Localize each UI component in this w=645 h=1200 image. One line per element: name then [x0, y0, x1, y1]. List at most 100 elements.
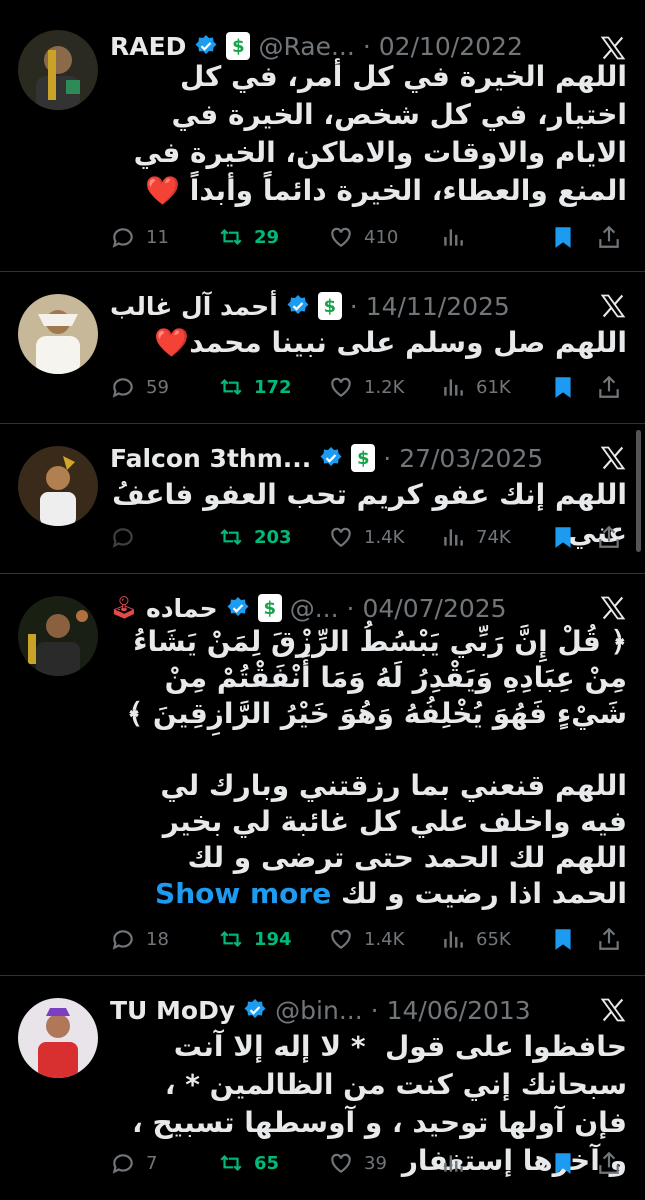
tweet-date[interactable]: 04/07/2025	[363, 594, 507, 623]
tweet-header: TU MoDy @bin... · 14/06/2013	[110, 992, 585, 1028]
bookmark-button[interactable]	[550, 926, 576, 952]
verified-badge-icon	[287, 295, 309, 314]
author-name[interactable]: حماده	[146, 594, 218, 623]
x-logo-icon	[600, 446, 626, 470]
tweet-actions: 203 1.4K 74K	[110, 520, 627, 554]
bookmark-button[interactable]	[550, 524, 576, 550]
views-button[interactable]: 65K	[440, 926, 511, 952]
tweet-date[interactable]: 27/03/2025	[399, 444, 543, 473]
separator-dot: ·	[349, 291, 358, 321]
reply-icon	[112, 378, 133, 398]
views-button[interactable]: 61K	[440, 374, 511, 400]
author-handle[interactable]: @bin...	[275, 996, 363, 1025]
share-button[interactable]	[596, 224, 622, 250]
author-name[interactable]: RAED	[110, 32, 186, 61]
show-more-link[interactable]: Show more	[155, 877, 331, 910]
retweet-button[interactable]: 65	[218, 1150, 279, 1176]
retweet-button[interactable]: 29	[218, 224, 279, 250]
reply-button[interactable]: 59	[110, 374, 169, 400]
views-count: 61K	[476, 376, 511, 398]
like-count: 39	[364, 1152, 387, 1174]
like-icon	[331, 1153, 351, 1173]
tweet-date[interactable]: 14/06/2013	[387, 996, 531, 1025]
avatar[interactable]	[18, 446, 98, 526]
separator-dot: ·	[370, 995, 379, 1025]
retweet-icon	[220, 528, 242, 546]
share-icon	[599, 525, 619, 548]
bookmark-icon	[555, 1153, 571, 1174]
tweet-card[interactable]: أحمد آل غالب $ · 14/11/2025 اللهم صل وسل…	[0, 272, 645, 424]
like-button[interactable]: 1.2K	[328, 374, 404, 400]
reply-button[interactable]: 11	[110, 224, 169, 250]
share-icon	[599, 1151, 619, 1174]
author-name[interactable]: Falcon 3thm...	[110, 444, 311, 473]
like-button[interactable]: 410	[328, 224, 398, 250]
retweet-icon	[220, 228, 242, 246]
tweet-card[interactable]: 🕹 حماده $ @... · 04/07/2025 ﴿ قُلْ إِنَّ…	[0, 574, 645, 976]
tweet-text: اللهم صل وسلم على نبينا محمد❤️	[154, 326, 627, 359]
views-button[interactable]	[440, 1150, 476, 1176]
tweet-actions: 7 65 39	[110, 1146, 627, 1180]
bookmark-button[interactable]	[550, 224, 576, 250]
retweet-icon	[220, 1154, 242, 1172]
retweet-icon	[220, 378, 242, 396]
author-handle[interactable]: @Rae...	[258, 32, 354, 61]
separator-dot: ·	[346, 593, 355, 623]
avatar[interactable]	[18, 596, 98, 676]
separator-dot: ·	[362, 31, 371, 61]
views-count: 74K	[476, 526, 511, 548]
retweet-count: 172	[254, 376, 292, 398]
like-count: 410	[364, 226, 399, 248]
subscription-badge-icon: $	[257, 594, 282, 622]
reply-icon	[112, 228, 133, 248]
verified-badge-icon	[195, 35, 217, 54]
tweet-date[interactable]: 02/10/2022	[379, 32, 523, 61]
joystick-icon: 🕹	[110, 595, 138, 621]
scrollbar[interactable]	[636, 430, 641, 552]
bookmark-button[interactable]	[550, 1150, 576, 1176]
retweet-icon	[220, 930, 242, 948]
tweet-actions: 59 172 1.2K 61K	[110, 370, 627, 404]
share-icon	[599, 927, 619, 950]
retweet-button[interactable]: 203	[218, 524, 292, 550]
avatar[interactable]	[18, 294, 98, 374]
retweet-button[interactable]: 194	[218, 926, 292, 952]
like-button[interactable]: 1.4K	[328, 524, 404, 550]
like-count: 1.4K	[364, 928, 405, 950]
share-button[interactable]	[596, 1150, 622, 1176]
subscription-badge-icon: $	[226, 32, 251, 60]
views-button[interactable]: 74K	[440, 524, 511, 550]
avatar[interactable]	[18, 30, 98, 110]
share-icon	[599, 375, 619, 398]
like-button[interactable]: 1.4K	[328, 926, 404, 952]
bookmark-icon	[555, 227, 571, 248]
tweet-card[interactable]: RAED $ @Rae... · 02/10/2022 اللهم الخيرة…	[0, 0, 645, 272]
share-button[interactable]	[596, 524, 622, 550]
author-name[interactable]: أحمد آل غالب	[110, 292, 278, 321]
tweet-text: اللهم الخيرة في كل أمر، في كل اختيار، في…	[123, 60, 627, 207]
views-icon	[444, 229, 463, 246]
reply-icon	[112, 930, 133, 950]
views-button[interactable]	[440, 224, 476, 250]
reply-count: 59	[146, 376, 169, 398]
tweet-card[interactable]: Falcon 3thm... $ · 27/03/2025 اللهم إنك …	[0, 424, 645, 574]
reply-button[interactable]: 18	[110, 926, 169, 952]
verified-badge-icon	[244, 999, 266, 1018]
tweet-card[interactable]: TU MoDy @bin... · 14/06/2013 حافظوا على …	[0, 976, 645, 1200]
share-button[interactable]	[596, 926, 622, 952]
verified-badge-icon	[227, 597, 249, 616]
views-icon	[444, 1155, 463, 1172]
retweet-button[interactable]: 172	[218, 374, 292, 400]
reply-button[interactable]	[110, 524, 146, 550]
tweet-date[interactable]: 14/11/2025	[366, 292, 510, 321]
tweet-text-content: ﴿ قُلْ إِنَّ رَبِّي يَبْسُطُ الرِّزْقَ ل…	[126, 625, 627, 910]
bookmark-button[interactable]	[550, 374, 576, 400]
subscription-badge-icon: $	[317, 292, 342, 320]
reply-button[interactable]: 7	[110, 1150, 157, 1176]
tweet-actions: 11 29 410	[110, 220, 627, 254]
author-handle[interactable]: @...	[290, 594, 339, 623]
avatar[interactable]	[18, 998, 98, 1078]
share-button[interactable]	[596, 374, 622, 400]
author-name[interactable]: TU MoDy	[110, 996, 235, 1025]
like-button[interactable]: 39	[328, 1150, 387, 1176]
